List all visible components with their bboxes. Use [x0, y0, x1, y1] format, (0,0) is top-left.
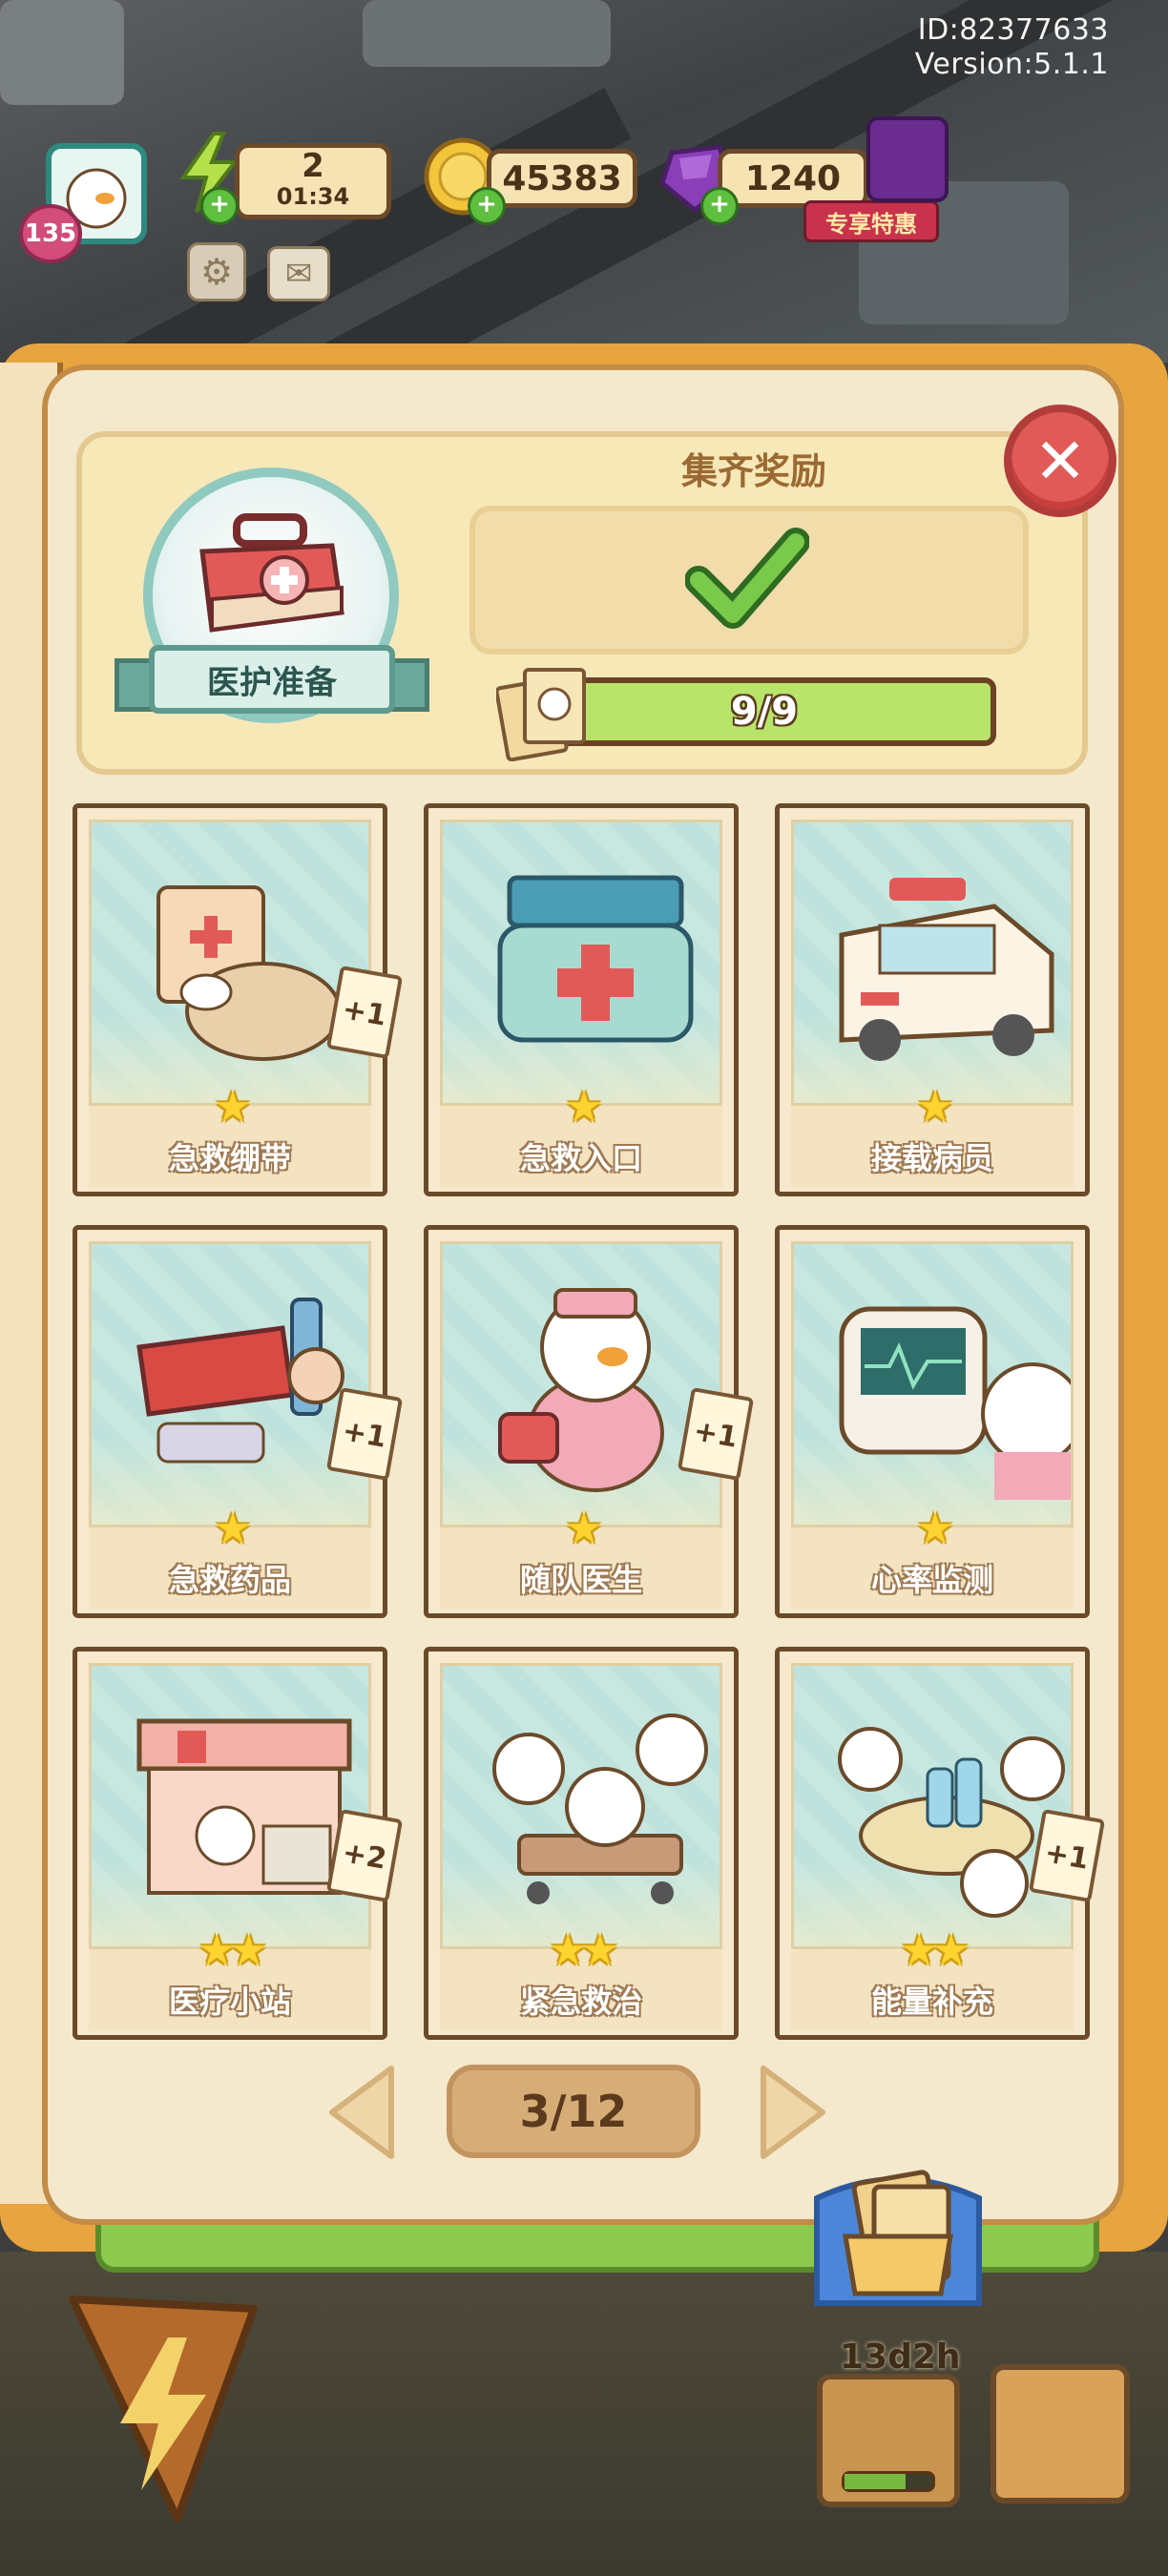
- card-artwork: [440, 1663, 722, 1949]
- card-name: 急救入口: [519, 1140, 642, 1176]
- promo-label: 专享特惠: [825, 210, 917, 238]
- card-stars: ★★: [549, 1926, 619, 1975]
- card-pack-button[interactable]: [817, 2374, 960, 2507]
- level-value: 135: [24, 219, 77, 248]
- lightning-button[interactable]: [34, 2280, 282, 2528]
- card-artwork: [440, 820, 722, 1106]
- card-name: 能量补充: [870, 1984, 993, 2020]
- card-illustration-icon: [839, 1306, 1071, 1500]
- collection-card[interactable]: ★ 急救入口: [424, 803, 739, 1196]
- next-page-arrow-icon[interactable]: [754, 2063, 830, 2162]
- build-info: ID:82377633 Version:5.1.1: [915, 13, 1109, 82]
- coin-counter[interactable]: 45383: [487, 149, 637, 208]
- add-coins-button[interactable]: +: [468, 187, 506, 225]
- energy-value: 2: [302, 147, 324, 185]
- card-artwork: [791, 1663, 1074, 1949]
- promo-banner[interactable]: 专享特惠: [803, 200, 939, 242]
- card-artwork: [791, 1241, 1074, 1527]
- gem-counter[interactable]: 1240: [718, 149, 868, 208]
- prev-page-arrow-icon[interactable]: [324, 2063, 401, 2162]
- close-button[interactable]: ✕: [1004, 405, 1116, 517]
- card-stars: ★★: [900, 1926, 970, 1975]
- collection-card[interactable]: ★★ 医疗小站 +2: [73, 1647, 404, 2040]
- collection-progress-bar: 9/9: [532, 677, 996, 746]
- collection-card[interactable]: ★★ 紧急救治: [424, 1647, 739, 2040]
- card-stars: ★: [565, 1505, 602, 1553]
- friends-button[interactable]: [991, 2364, 1130, 2503]
- building: [363, 0, 611, 67]
- card-illustration-icon: [492, 1714, 708, 1904]
- cards-icon: [496, 668, 586, 761]
- collection-ribbon: 医护准备: [115, 645, 429, 721]
- event-timer: 13d2h: [840, 2337, 961, 2377]
- add-gems-button[interactable]: +: [700, 187, 739, 225]
- card-artwork: [440, 1241, 722, 1527]
- medical-bag-icon: [199, 513, 344, 633]
- card-name: 医疗小站: [168, 1984, 291, 2020]
- gear-icon: ⚙: [199, 251, 234, 293]
- coin-value: 45383: [502, 158, 622, 198]
- collection-card[interactable]: ★ 急救绷带 +1: [73, 803, 404, 1196]
- promo-gift-icon[interactable]: [866, 116, 949, 202]
- card-album-button[interactable]: [807, 2160, 989, 2313]
- version-label: Version:5.1.1: [914, 48, 1109, 81]
- card-name: 紧急救治: [519, 1984, 642, 2020]
- card-stars: ★: [214, 1083, 251, 1132]
- card-artwork: [791, 820, 1074, 1106]
- collection-card[interactable]: ★ 接载病员: [775, 803, 1090, 1196]
- mail-icon: ✉: [284, 255, 313, 293]
- card-stars: ★: [916, 1083, 953, 1132]
- card-artwork: [89, 1241, 371, 1527]
- card-stars: ★: [565, 1083, 602, 1132]
- card-stars: ★: [214, 1505, 251, 1553]
- card-name: 接载病员: [870, 1140, 993, 1176]
- settings-button[interactable]: ⚙: [187, 242, 246, 301]
- card-illustration-icon: [497, 875, 694, 1043]
- level-badge: 135: [19, 204, 82, 263]
- card-stars: ★: [916, 1505, 953, 1553]
- mail-button[interactable]: ✉: [267, 246, 330, 301]
- checkmark-icon: [685, 528, 809, 629]
- collection-name: 医护准备: [149, 645, 395, 714]
- energy-counter[interactable]: 2 01:34: [235, 143, 391, 219]
- building: [0, 0, 124, 105]
- collection-card[interactable]: ★ 随队医生 +1: [424, 1225, 755, 1618]
- energy-timer: 01:34: [276, 183, 350, 210]
- reward-title: 集齐奖励: [680, 450, 826, 492]
- player-id: ID:82377633: [917, 13, 1109, 47]
- card-illustration-icon: [839, 878, 1054, 1061]
- card-stars: ★★: [198, 1926, 268, 1975]
- gem-value: 1240: [744, 158, 842, 198]
- close-icon: ✕: [1033, 424, 1087, 498]
- progress-text: 9/9: [730, 690, 799, 734]
- card-pack-progress: [842, 2471, 935, 2492]
- collection-card[interactable]: ★ 心率监测: [775, 1225, 1090, 1618]
- card-artwork: [89, 1663, 371, 1949]
- collection-card[interactable]: ★ 急救药品 +1: [73, 1225, 404, 1618]
- card-name: 急救药品: [168, 1562, 291, 1598]
- add-energy-button[interactable]: +: [200, 187, 239, 225]
- card-name: 随队医生: [519, 1562, 642, 1598]
- card-artwork: [89, 820, 371, 1106]
- card-name: 急救绷带: [168, 1140, 291, 1176]
- page-indicator: 3/12: [447, 2065, 700, 2158]
- card-name: 心率监测: [870, 1562, 993, 1598]
- collection-card[interactable]: ★★ 能量补充 +1: [775, 1647, 1106, 2040]
- collection-badge: 医护准备: [115, 467, 429, 754]
